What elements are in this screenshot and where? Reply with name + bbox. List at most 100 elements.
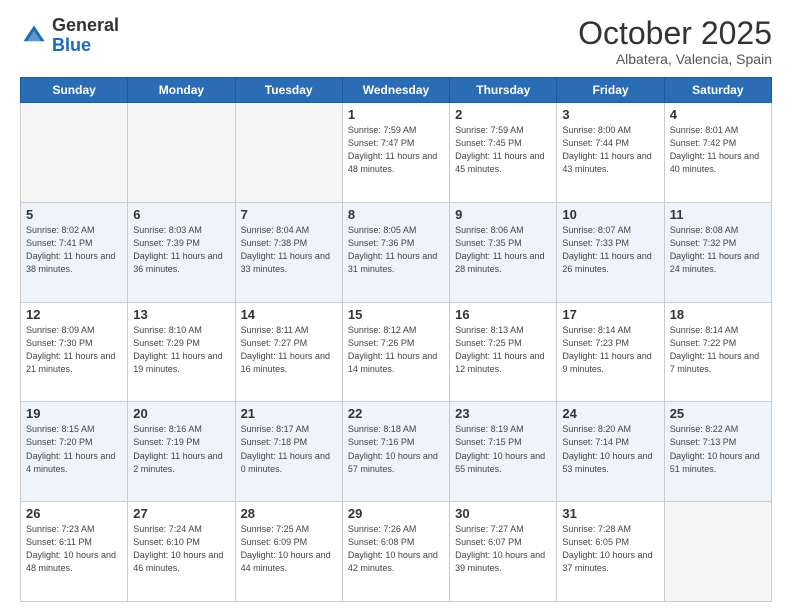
table-row: 6 Sunrise: 8:03 AM Sunset: 7:39 PM Daylig… xyxy=(128,202,235,302)
day-info: Sunrise: 8:22 AM Sunset: 7:13 PM Dayligh… xyxy=(670,423,766,475)
table-row: 28Sunrise: 7:25 AM Sunset: 6:09 PM Dayli… xyxy=(235,502,342,602)
table-row: 5 Sunrise: 8:02 AM Sunset: 7:41 PM Daylig… xyxy=(21,202,128,302)
logo-text: General Blue xyxy=(52,16,119,56)
table-row: 23Sunrise: 8:19 AM Sunset: 7:15 PM Dayli… xyxy=(450,402,557,502)
day-info: Sunrise: 8:07 AM Sunset: 7:33 PM Dayligh… xyxy=(562,224,658,276)
day-number: 4 xyxy=(670,107,766,122)
header-saturday: Saturday xyxy=(664,78,771,103)
weekday-header-row: Sunday Monday Tuesday Wednesday Thursday… xyxy=(21,78,772,103)
table-row: 4Sunrise: 8:01 AM Sunset: 7:42 PM Daylig… xyxy=(664,103,771,203)
day-info: Sunrise: 8:18 AM Sunset: 7:16 PM Dayligh… xyxy=(348,423,444,475)
logo-icon xyxy=(20,22,48,50)
day-number: 29 xyxy=(348,506,444,521)
day-number: 22 xyxy=(348,406,444,421)
table-row: 22 Sunrise: 8:18 AM Sunset: 7:16 PM Dayli… xyxy=(342,402,449,502)
day-number: 14 xyxy=(241,307,337,322)
calendar-week-row: 19 Sunrise: 8:15 AM Sunset: 7:20 PM Dayli… xyxy=(21,402,772,502)
day-number: 7 xyxy=(241,207,337,222)
table-row xyxy=(235,103,342,203)
header-thursday: Thursday xyxy=(450,78,557,103)
header-sunday: Sunday xyxy=(21,78,128,103)
day-number: 15 xyxy=(348,307,444,322)
logo-blue: Blue xyxy=(52,35,91,55)
header-friday: Friday xyxy=(557,78,664,103)
day-info: Sunrise: 7:59 AM Sunset: 7:45 PM Dayligh… xyxy=(455,124,551,176)
day-info: Sunrise: 8:08 AM Sunset: 7:32 PM Dayligh… xyxy=(670,224,766,276)
table-row: 13Sunrise: 8:10 AM Sunset: 7:29 PM Dayli… xyxy=(128,302,235,402)
calendar: Sunday Monday Tuesday Wednesday Thursday… xyxy=(20,77,772,602)
day-info: Sunrise: 8:10 AM Sunset: 7:29 PM Dayligh… xyxy=(133,324,229,376)
day-info: Sunrise: 8:12 AM Sunset: 7:26 PM Dayligh… xyxy=(348,324,444,376)
logo-general: General xyxy=(52,15,119,35)
day-number: 21 xyxy=(241,406,337,421)
day-number: 19 xyxy=(26,406,122,421)
day-info: Sunrise: 7:23 AM Sunset: 6:11 PM Dayligh… xyxy=(26,523,122,575)
day-number: 27 xyxy=(133,506,229,521)
table-row: 21 Sunrise: 8:17 AM Sunset: 7:18 PM Dayli… xyxy=(235,402,342,502)
day-number: 25 xyxy=(670,406,766,421)
table-row xyxy=(128,103,235,203)
day-number: 30 xyxy=(455,506,551,521)
table-row: 15 Sunrise: 8:12 AM Sunset: 7:26 PM Dayli… xyxy=(342,302,449,402)
page: General Blue October 2025 Albatera, Vale… xyxy=(0,0,792,612)
day-info: Sunrise: 8:14 AM Sunset: 7:22 PM Dayligh… xyxy=(670,324,766,376)
header-tuesday: Tuesday xyxy=(235,78,342,103)
table-row: 24 Sunrise: 8:20 AM Sunset: 7:14 PM Dayli… xyxy=(557,402,664,502)
table-row: 1 Sunrise: 7:59 AM Sunset: 7:47 PM Daylig… xyxy=(342,103,449,203)
table-row: 9 Sunrise: 8:06 AM Sunset: 7:35 PM Daylig… xyxy=(450,202,557,302)
day-info: Sunrise: 8:03 AM Sunset: 7:39 PM Dayligh… xyxy=(133,224,229,276)
day-info: Sunrise: 8:00 AM Sunset: 7:44 PM Dayligh… xyxy=(562,124,658,176)
table-row: 18Sunrise: 8:14 AM Sunset: 7:22 PM Dayli… xyxy=(664,302,771,402)
table-row: 31 Sunrise: 7:28 AM Sunset: 6:05 PM Dayli… xyxy=(557,502,664,602)
day-number: 1 xyxy=(348,107,444,122)
logo: General Blue xyxy=(20,16,119,56)
table-row: 25 Sunrise: 8:22 AM Sunset: 7:13 PM Dayli… xyxy=(664,402,771,502)
day-info: Sunrise: 8:05 AM Sunset: 7:36 PM Dayligh… xyxy=(348,224,444,276)
day-number: 11 xyxy=(670,207,766,222)
day-number: 12 xyxy=(26,307,122,322)
day-info: Sunrise: 7:24 AM Sunset: 6:10 PM Dayligh… xyxy=(133,523,229,575)
day-info: Sunrise: 8:11 AM Sunset: 7:27 PM Dayligh… xyxy=(241,324,337,376)
table-row: 27 Sunrise: 7:24 AM Sunset: 6:10 PM Dayli… xyxy=(128,502,235,602)
calendar-week-row: 1 Sunrise: 7:59 AM Sunset: 7:47 PM Daylig… xyxy=(21,103,772,203)
day-info: Sunrise: 8:02 AM Sunset: 7:41 PM Dayligh… xyxy=(26,224,122,276)
table-row: 16Sunrise: 8:13 AM Sunset: 7:25 PM Dayli… xyxy=(450,302,557,402)
day-info: Sunrise: 7:59 AM Sunset: 7:47 PM Dayligh… xyxy=(348,124,444,176)
day-info: Sunrise: 8:06 AM Sunset: 7:35 PM Dayligh… xyxy=(455,224,551,276)
day-number: 28 xyxy=(241,506,337,521)
title-block: October 2025 Albatera, Valencia, Spain xyxy=(578,16,772,67)
table-row: 29Sunrise: 7:26 AM Sunset: 6:08 PM Dayli… xyxy=(342,502,449,602)
day-number: 5 xyxy=(26,207,122,222)
table-row: 2 Sunrise: 7:59 AM Sunset: 7:45 PM Daylig… xyxy=(450,103,557,203)
day-info: Sunrise: 8:19 AM Sunset: 7:15 PM Dayligh… xyxy=(455,423,551,475)
calendar-week-row: 26 Sunrise: 7:23 AM Sunset: 6:11 PM Dayli… xyxy=(21,502,772,602)
day-number: 8 xyxy=(348,207,444,222)
day-number: 24 xyxy=(562,406,658,421)
location: Albatera, Valencia, Spain xyxy=(578,51,772,67)
table-row: 7 Sunrise: 8:04 AM Sunset: 7:38 PM Daylig… xyxy=(235,202,342,302)
table-row: 26 Sunrise: 7:23 AM Sunset: 6:11 PM Dayli… xyxy=(21,502,128,602)
day-number: 26 xyxy=(26,506,122,521)
table-row: 14 Sunrise: 8:11 AM Sunset: 7:27 PM Dayli… xyxy=(235,302,342,402)
day-number: 31 xyxy=(562,506,658,521)
table-row: 12 Sunrise: 8:09 AM Sunset: 7:30 PM Dayli… xyxy=(21,302,128,402)
calendar-week-row: 5 Sunrise: 8:02 AM Sunset: 7:41 PM Daylig… xyxy=(21,202,772,302)
day-number: 9 xyxy=(455,207,551,222)
day-info: Sunrise: 7:28 AM Sunset: 6:05 PM Dayligh… xyxy=(562,523,658,575)
day-number: 6 xyxy=(133,207,229,222)
table-row: 20 Sunrise: 8:16 AM Sunset: 7:19 PM Dayli… xyxy=(128,402,235,502)
day-number: 2 xyxy=(455,107,551,122)
table-row: 3Sunrise: 8:00 AM Sunset: 7:44 PM Daylig… xyxy=(557,103,664,203)
day-info: Sunrise: 8:16 AM Sunset: 7:19 PM Dayligh… xyxy=(133,423,229,475)
table-row: 11 Sunrise: 8:08 AM Sunset: 7:32 PM Dayli… xyxy=(664,202,771,302)
day-info: Sunrise: 8:09 AM Sunset: 7:30 PM Dayligh… xyxy=(26,324,122,376)
day-info: Sunrise: 8:17 AM Sunset: 7:18 PM Dayligh… xyxy=(241,423,337,475)
table-row: 19 Sunrise: 8:15 AM Sunset: 7:20 PM Dayli… xyxy=(21,402,128,502)
day-number: 16 xyxy=(455,307,551,322)
day-info: Sunrise: 8:20 AM Sunset: 7:14 PM Dayligh… xyxy=(562,423,658,475)
day-number: 20 xyxy=(133,406,229,421)
day-info: Sunrise: 8:15 AM Sunset: 7:20 PM Dayligh… xyxy=(26,423,122,475)
table-row: 17Sunrise: 8:14 AM Sunset: 7:23 PM Dayli… xyxy=(557,302,664,402)
day-info: Sunrise: 8:04 AM Sunset: 7:38 PM Dayligh… xyxy=(241,224,337,276)
day-info: Sunrise: 8:14 AM Sunset: 7:23 PM Dayligh… xyxy=(562,324,658,376)
